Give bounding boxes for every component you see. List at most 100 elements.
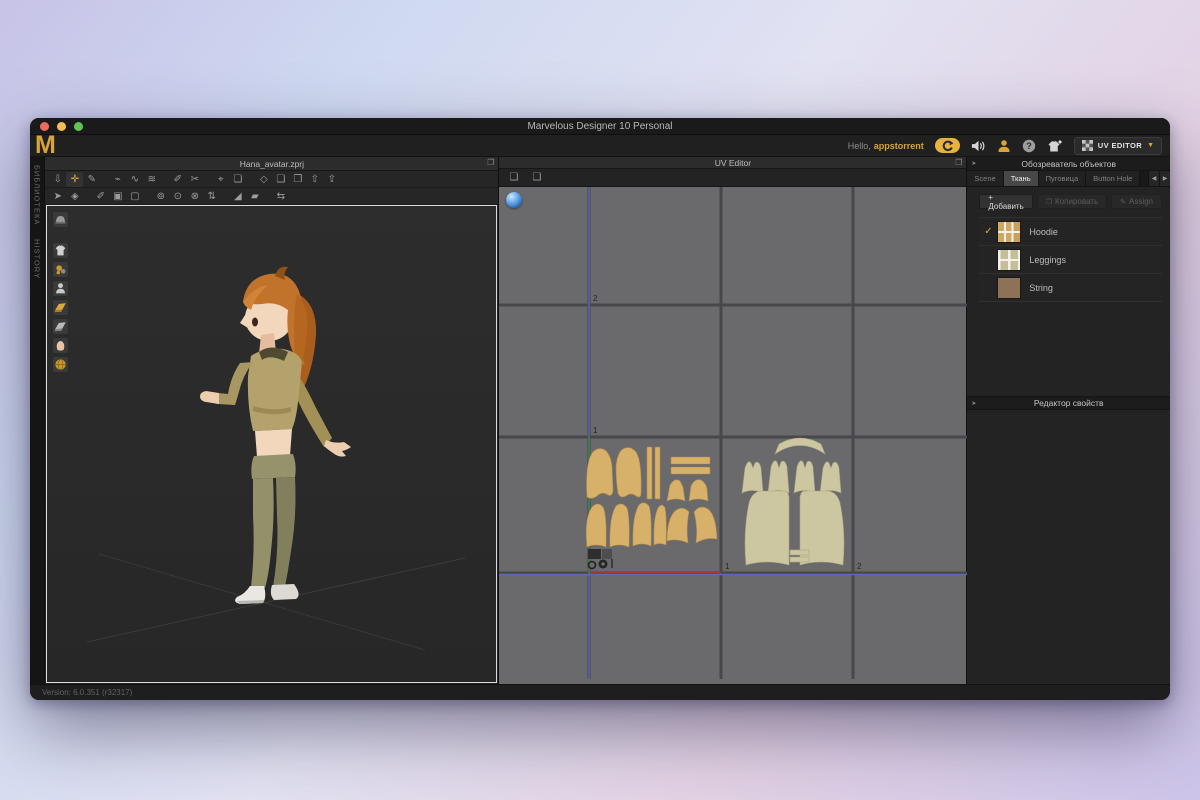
- import-garment-icon[interactable]: ⇩: [49, 172, 66, 187]
- uv-canvas[interactable]: 2 1 1 2: [499, 187, 967, 679]
- marvelous-designer-logo: M: [35, 131, 55, 160]
- account-icon[interactable]: [997, 139, 1011, 153]
- texture-globe-icon[interactable]: [52, 356, 69, 373]
- uv-pattern-string[interactable]: [588, 549, 613, 569]
- tab-scroll-left-icon[interactable]: ◀: [1148, 171, 1159, 186]
- tab-scene[interactable]: Scene: [967, 171, 1003, 186]
- greeting-text: Hello,appstorrent: [848, 141, 924, 151]
- assign-button[interactable]: ✎Assign: [1111, 194, 1162, 209]
- garment-icon[interactable]: [52, 242, 69, 259]
- sew-mn-icon[interactable]: ≋: [143, 172, 160, 187]
- button-icon[interactable]: ⊙: [169, 189, 186, 204]
- popout-icon[interactable]: ❐: [487, 158, 494, 167]
- uv-editor-label: UV EDITOR: [1098, 141, 1142, 150]
- help-icon[interactable]: ?: [1022, 139, 1036, 153]
- uv-pattern-hoodie[interactable]: [587, 447, 718, 547]
- viewport-panel: Hana_avatar.zprj ❐ ⇩✛✎⌁∿≋✐✂⌖❏◇❑❐⇧⇪ ➤◈✐▣▢…: [45, 157, 499, 684]
- fabric-name: Leggings: [1029, 255, 1066, 265]
- viewport-3d[interactable]: [46, 205, 497, 683]
- speaker-icon[interactable]: [971, 139, 986, 153]
- viewport-side-toolbar: [52, 211, 69, 373]
- trace-icon[interactable]: ❏: [229, 172, 246, 187]
- garment-uv-snapshot-icon[interactable]: ❑: [528, 170, 545, 185]
- копировать-button[interactable]: ❐Копировать: [1037, 194, 1107, 209]
- fabric-name: String: [1029, 283, 1053, 293]
- edit-pattern-icon[interactable]: ✎: [83, 172, 100, 187]
- u-axis-label-2: 2: [857, 562, 862, 571]
- svg-text:?: ?: [1026, 141, 1032, 151]
- avatar-display-icon[interactable]: ⇧: [306, 172, 323, 187]
- uv-grid[interactable]: 2 1 1 2: [499, 187, 966, 684]
- uv-toolbar: ❏❑: [499, 169, 966, 187]
- rail-tab-библиотека[interactable]: БИБЛИОТЕКА: [33, 165, 42, 225]
- fabric-row-string[interactable]: String: [979, 274, 1162, 302]
- edit-sewing-icon[interactable]: ✐: [169, 172, 186, 187]
- object-browser-tabs: SceneТканьПуговицаButton Hole ◀▶: [967, 171, 1170, 187]
- transform-pattern-icon[interactable]: ◈: [66, 189, 83, 204]
- mesh-tri-icon[interactable]: ▢: [126, 189, 143, 204]
- mesh-quad-icon[interactable]: ▣: [109, 189, 126, 204]
- tab-пуговица[interactable]: Пуговица: [1039, 171, 1087, 186]
- fabric-back-icon[interactable]: [52, 318, 69, 335]
- viewport-toolbar-row2: ➤◈ ✐▣▢ ⊚⊙⊗⇅ ◢▰ ⇆: [45, 188, 498, 205]
- popout-icon[interactable]: ❐: [955, 158, 962, 167]
- fabric-thumbnail[interactable]: [997, 249, 1021, 271]
- avatar-hat-icon[interactable]: [52, 211, 69, 228]
- fastener-icon[interactable]: ⊗: [186, 189, 203, 204]
- avatar-head-icon[interactable]: [52, 337, 69, 354]
- fold-arrangement-icon[interactable]: ◇: [255, 172, 272, 187]
- fabric-settings-icon[interactable]: [52, 261, 69, 278]
- sculpt-icon[interactable]: ✐: [92, 189, 109, 204]
- uv-editor-header: UV Editor ❐: [499, 157, 966, 169]
- object-browser-header: ➤ Обозреватель объектов: [967, 157, 1170, 171]
- uv-snapshot-icon[interactable]: ❏: [505, 170, 522, 185]
- avatar-pose-icon[interactable]: ⇪: [323, 172, 340, 187]
- uv-editor-panel: UV Editor ❐ ❏❑: [499, 157, 967, 684]
- symmetry-icon[interactable]: ⇆: [272, 189, 289, 204]
- rail-tab-history[interactable]: HISTORY: [33, 239, 42, 279]
- topbar: M Hello,appstorrent ? UV EDITOR ▼: [30, 135, 1170, 157]
- button-icon-glyph: ✎: [1120, 198, 1126, 206]
- fabric-thumbnail[interactable]: [997, 221, 1021, 243]
- uv-pattern-leggings[interactable]: [742, 438, 844, 565]
- tab-ткань[interactable]: Ткань: [1004, 171, 1039, 186]
- detach-sewing-icon[interactable]: ✂: [186, 172, 203, 187]
- property-editor-title: Редактор свойств: [1034, 398, 1104, 408]
- pin-icon[interactable]: ➤: [971, 400, 976, 407]
- project-tab-title[interactable]: Hana_avatar.zprj: [240, 159, 304, 169]
- pin-tool-icon[interactable]: ⌖: [212, 172, 229, 187]
- avatar-icon[interactable]: [52, 280, 69, 297]
- fabric-row-hoodie[interactable]: ✓Hoodie: [979, 218, 1162, 246]
- window-title: Marvelous Designer 10 Personal: [30, 121, 1170, 132]
- left-rail: БИБЛИОТЕКА HISTORY: [30, 157, 45, 684]
- fabric-front-icon[interactable]: [52, 299, 69, 316]
- fabric-thumbnail[interactable]: [997, 277, 1021, 299]
- fabric-check-icon[interactable]: ✓: [979, 226, 997, 237]
- uv-editor-mode-button[interactable]: UV EDITOR ▼: [1074, 137, 1162, 155]
- button-icon-glyph: ❐: [1046, 198, 1052, 206]
- new-garment-icon[interactable]: [1047, 139, 1063, 153]
- avatar-3d-render[interactable]: [47, 206, 497, 683]
- pin-icon[interactable]: ➤: [971, 160, 976, 167]
- garment-fit-icon[interactable]: ❐: [289, 172, 306, 187]
- sew-segment-icon[interactable]: ⌁: [109, 172, 126, 187]
- viewport-tab-bar[interactable]: Hana_avatar.zprj ❐: [45, 157, 498, 171]
- garment-frontback-icon[interactable]: ❑: [272, 172, 289, 187]
- zipper-icon[interactable]: ⇅: [203, 189, 220, 204]
- добавить-button[interactable]: + Добавить: [979, 194, 1032, 209]
- sync-badge[interactable]: [935, 138, 960, 153]
- buttonhole-icon[interactable]: ⊚: [152, 189, 169, 204]
- move-tool-icon[interactable]: ✛: [66, 172, 83, 187]
- select-fabric-icon[interactable]: ◢: [229, 189, 246, 204]
- username[interactable]: appstorrent: [874, 141, 924, 151]
- app-window: Marvelous Designer 10 Personal M Hello,a…: [30, 118, 1170, 700]
- object-browser-panel: ➤ Обозреватель объектов SceneТканьПугови…: [967, 157, 1170, 684]
- select-tool-icon[interactable]: ➤: [49, 189, 66, 204]
- flatten-fabric-icon[interactable]: ▰: [246, 189, 263, 204]
- fabric-row-leggings[interactable]: Leggings: [979, 246, 1162, 274]
- uv-grid-icon: [1082, 140, 1093, 151]
- property-editor-header: ➤ Редактор свойств: [967, 396, 1170, 410]
- sew-free-icon[interactable]: ∿: [126, 172, 143, 187]
- tab-button-hole[interactable]: Button Hole: [1086, 171, 1140, 186]
- tab-scroll-right-icon[interactable]: ▶: [1159, 171, 1170, 186]
